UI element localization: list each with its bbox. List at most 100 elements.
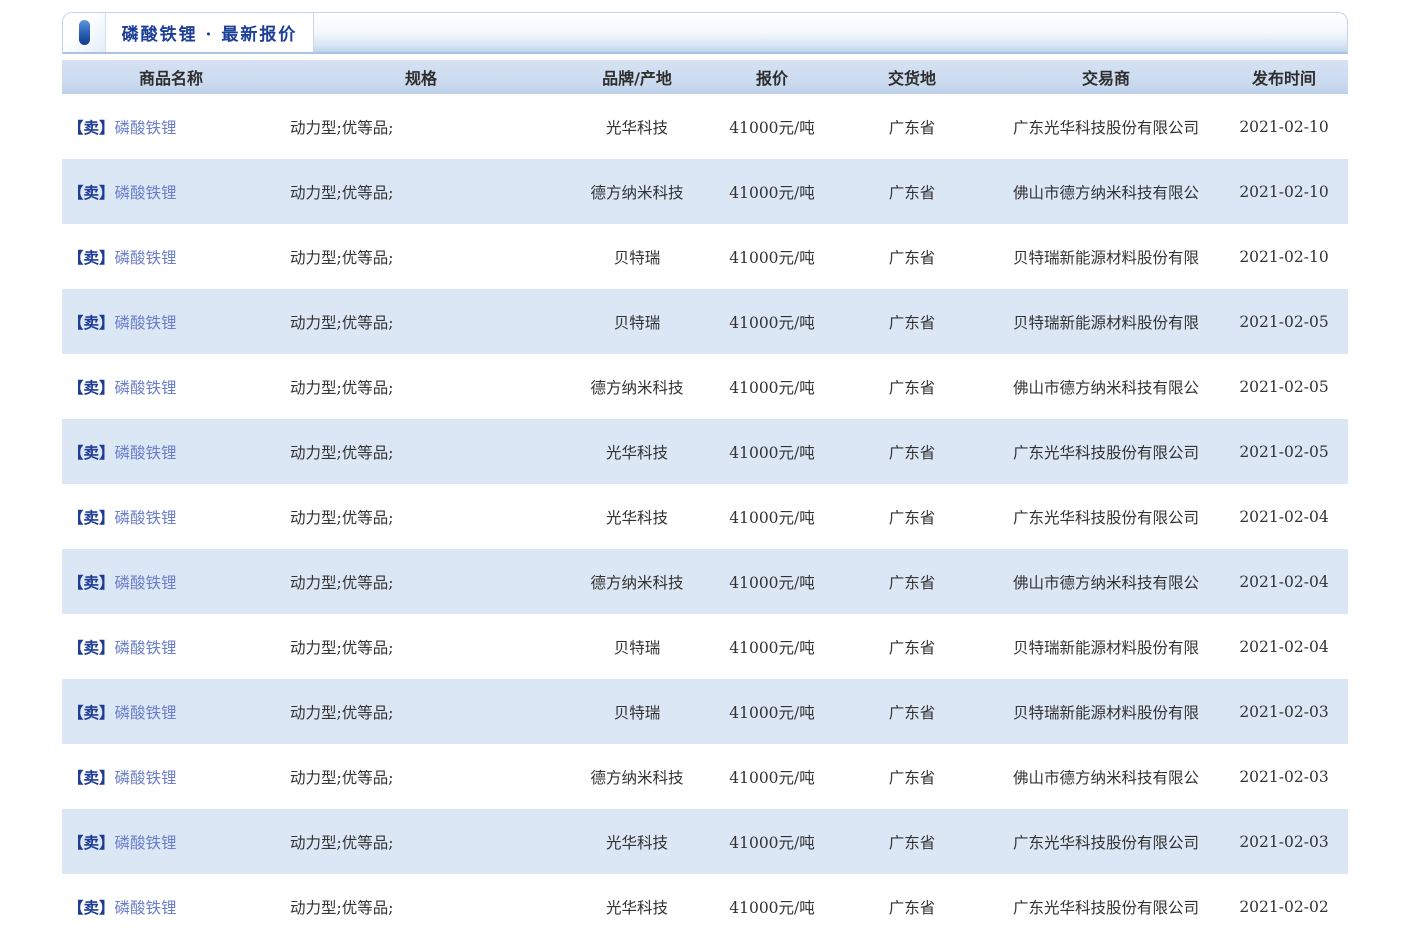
spec-cell: 动力型;优等品; xyxy=(280,159,562,224)
table-row: 【卖】磷酸铁锂 动力型;优等品; 光华科技 41000元/吨 广东省 广东光华科… xyxy=(62,809,1348,874)
delivery-cell: 广东省 xyxy=(832,224,992,289)
date-cell: 2021-02-05 xyxy=(1220,289,1348,354)
spec-cell: 动力型;优等品; xyxy=(280,614,562,679)
date-cell: 2021-02-10 xyxy=(1220,159,1348,224)
column-header-product: 商品名称 xyxy=(62,60,280,94)
brand-cell: 光华科技 xyxy=(562,484,712,549)
product-name-cell: 【卖】磷酸铁锂 xyxy=(62,354,280,419)
date-cell: 2021-02-03 xyxy=(1220,744,1348,809)
date-cell: 2021-02-05 xyxy=(1220,354,1348,419)
product-link[interactable]: 磷酸铁锂 xyxy=(115,574,177,592)
product-link[interactable]: 磷酸铁锂 xyxy=(115,119,177,137)
delivery-cell: 广东省 xyxy=(832,354,992,419)
trader-cell: 贝特瑞新能源材料股份有限 xyxy=(992,224,1220,289)
column-header-date: 发布时间 xyxy=(1220,60,1348,94)
brand-cell: 德方纳米科技 xyxy=(562,744,712,809)
product-link[interactable]: 磷酸铁锂 xyxy=(115,899,177,917)
column-header-spec: 规格 xyxy=(280,60,562,94)
trader-cell: 广东光华科技股份有限公司 xyxy=(992,874,1220,939)
product-name-cell: 【卖】磷酸铁锂 xyxy=(62,289,280,354)
spec-cell: 动力型;优等品; xyxy=(280,549,562,614)
date-cell: 2021-02-03 xyxy=(1220,679,1348,744)
page-title: 磷酸铁锂 · 最新报价 xyxy=(122,20,298,45)
sell-tag: 【卖】 xyxy=(68,638,115,657)
product-link[interactable]: 磷酸铁锂 xyxy=(115,834,177,852)
brand-cell: 贝特瑞 xyxy=(562,614,712,679)
date-cell: 2021-02-10 xyxy=(1220,224,1348,289)
delivery-cell: 广东省 xyxy=(832,744,992,809)
delivery-cell: 广东省 xyxy=(832,289,992,354)
page-content: 磷酸铁锂 · 最新报价 商品名称 规格 品牌/产地 报价 交货地 交易商 发布时… xyxy=(62,12,1348,939)
price-cell: 41000元/吨 xyxy=(712,744,832,809)
sell-tag: 【卖】 xyxy=(68,573,115,592)
brand-cell: 德方纳米科技 xyxy=(562,354,712,419)
trader-cell: 广东光华科技股份有限公司 xyxy=(992,94,1220,159)
trader-cell: 广东光华科技股份有限公司 xyxy=(992,809,1220,874)
delivery-cell: 广东省 xyxy=(832,94,992,159)
delivery-cell: 广东省 xyxy=(832,614,992,679)
tabbar-filler xyxy=(314,13,1347,52)
product-name-cell: 【卖】磷酸铁锂 xyxy=(62,484,280,549)
product-link[interactable]: 磷酸铁锂 xyxy=(115,379,177,397)
trader-cell: 广东光华科技股份有限公司 xyxy=(992,484,1220,549)
date-cell: 2021-02-04 xyxy=(1220,549,1348,614)
spec-cell: 动力型;优等品; xyxy=(280,419,562,484)
product-link[interactable]: 磷酸铁锂 xyxy=(115,639,177,657)
trader-cell: 广东光华科技股份有限公司 xyxy=(992,419,1220,484)
sell-tag: 【卖】 xyxy=(68,898,115,917)
trader-cell: 佛山市德方纳米科技有限公 xyxy=(992,159,1220,224)
table-row: 【卖】磷酸铁锂 动力型;优等品; 贝特瑞 41000元/吨 广东省 贝特瑞新能源… xyxy=(62,289,1348,354)
product-link[interactable]: 磷酸铁锂 xyxy=(115,769,177,787)
product-link[interactable]: 磷酸铁锂 xyxy=(115,444,177,462)
price-cell: 41000元/吨 xyxy=(712,809,832,874)
delivery-cell: 广东省 xyxy=(832,419,992,484)
spec-cell: 动力型;优等品; xyxy=(280,679,562,744)
trader-cell: 佛山市德方纳米科技有限公 xyxy=(992,744,1220,809)
product-link[interactable]: 磷酸铁锂 xyxy=(115,314,177,332)
brand-cell: 光华科技 xyxy=(562,94,712,159)
price-cell: 41000元/吨 xyxy=(712,159,832,224)
bullet-pill-icon xyxy=(79,20,90,45)
table-row: 【卖】磷酸铁锂 动力型;优等品; 贝特瑞 41000元/吨 广东省 贝特瑞新能源… xyxy=(62,679,1348,744)
product-link[interactable]: 磷酸铁锂 xyxy=(115,704,177,722)
table-row: 【卖】磷酸铁锂 动力型;优等品; 光华科技 41000元/吨 广东省 广东光华科… xyxy=(62,419,1348,484)
brand-cell: 德方纳米科技 xyxy=(562,159,712,224)
price-cell: 41000元/吨 xyxy=(712,354,832,419)
product-name-cell: 【卖】磷酸铁锂 xyxy=(62,549,280,614)
brand-cell: 德方纳米科技 xyxy=(562,549,712,614)
table-header-row: 商品名称 规格 品牌/产地 报价 交货地 交易商 发布时间 xyxy=(62,60,1348,94)
spec-cell: 动力型;优等品; xyxy=(280,484,562,549)
product-link[interactable]: 磷酸铁锂 xyxy=(115,509,177,527)
spec-cell: 动力型;优等品; xyxy=(280,289,562,354)
date-cell: 2021-02-10 xyxy=(1220,94,1348,159)
date-cell: 2021-02-04 xyxy=(1220,614,1348,679)
sell-tag: 【卖】 xyxy=(68,833,115,852)
delivery-cell: 广东省 xyxy=(832,484,992,549)
product-link[interactable]: 磷酸铁锂 xyxy=(115,184,177,202)
sell-tag: 【卖】 xyxy=(68,313,115,332)
sell-tag: 【卖】 xyxy=(68,508,115,527)
brand-cell: 贝特瑞 xyxy=(562,679,712,744)
table-row: 【卖】磷酸铁锂 动力型;优等品; 光华科技 41000元/吨 广东省 广东光华科… xyxy=(62,874,1348,939)
product-link[interactable]: 磷酸铁锂 xyxy=(115,249,177,267)
delivery-cell: 广东省 xyxy=(832,809,992,874)
sell-tag: 【卖】 xyxy=(68,768,115,787)
date-cell: 2021-02-03 xyxy=(1220,809,1348,874)
date-cell: 2021-02-02 xyxy=(1220,874,1348,939)
table-row: 【卖】磷酸铁锂 动力型;优等品; 光华科技 41000元/吨 广东省 广东光华科… xyxy=(62,484,1348,549)
price-cell: 41000元/吨 xyxy=(712,484,832,549)
sell-tag: 【卖】 xyxy=(68,443,115,462)
spec-cell: 动力型;优等品; xyxy=(280,744,562,809)
delivery-cell: 广东省 xyxy=(832,679,992,744)
spec-cell: 动力型;优等品; xyxy=(280,224,562,289)
tab-latest-quotes[interactable]: 磷酸铁锂 · 最新报价 xyxy=(106,13,314,52)
section-tabbar: 磷酸铁锂 · 最新报价 xyxy=(62,12,1348,54)
product-name-cell: 【卖】磷酸铁锂 xyxy=(62,614,280,679)
table-row: 【卖】磷酸铁锂 动力型;优等品; 德方纳米科技 41000元/吨 广东省 佛山市… xyxy=(62,354,1348,419)
spec-cell: 动力型;优等品; xyxy=(280,809,562,874)
sell-tag: 【卖】 xyxy=(68,703,115,722)
product-name-cell: 【卖】磷酸铁锂 xyxy=(62,94,280,159)
trader-cell: 佛山市德方纳米科技有限公 xyxy=(992,354,1220,419)
delivery-cell: 广东省 xyxy=(832,159,992,224)
product-name-cell: 【卖】磷酸铁锂 xyxy=(62,679,280,744)
